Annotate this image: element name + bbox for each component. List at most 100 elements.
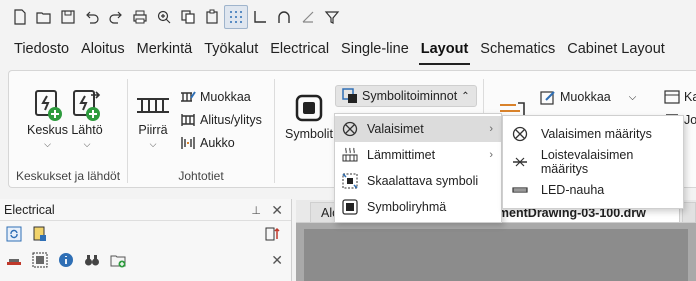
undo-icon[interactable] [80,5,104,29]
menu-item-skaalattava-symboli[interactable]: Skaalattava symboli [335,168,501,194]
valaisimet-submenu: Valaisimen määritys Loistevalaisimen mää… [502,115,684,209]
document-lock-icon[interactable] [30,224,50,244]
submenu-item-label: Valaisimen määritys [541,127,652,141]
binoculars-icon[interactable] [82,250,102,270]
fluorescent-icon [511,153,529,171]
new-file-icon[interactable] [8,5,32,29]
tab-cabinet-layout[interactable]: Cabinet Layout [561,41,671,57]
symbolit-button[interactable]: Symbolit [285,93,333,141]
distribution-board-icon [34,90,62,121]
tab-aloitus[interactable]: Aloitus [75,41,131,57]
group-label-johtotiet: Johtotiet [178,169,224,183]
keskus-label: Keskus [27,123,68,137]
muokkaa-button[interactable]: Muokkaa [180,89,251,105]
tab-tyokalut[interactable]: Työkalut [198,41,264,57]
menu-item-lammittimet[interactable]: Lämmittimet › [335,142,501,168]
led-strip-icon [511,181,529,199]
aukko-label: Aukko [200,136,235,150]
tab-single-line[interactable]: Single-line [335,41,415,57]
piirra-label: Piirrä [138,123,168,137]
menu-item-label: Symboliryhmä [367,200,447,214]
tab-electrical[interactable]: Electrical [264,41,335,57]
alitus-button[interactable]: Alitus/ylitys [180,112,262,128]
group-johtotiet: Piirrä ⌵ Muokkaa Alitus/ylitys Aukko Joh… [128,71,274,189]
tab-schematics[interactable]: Schematics [474,41,561,57]
table-icon [664,90,680,104]
ka-button[interactable]: Ka [664,89,696,105]
lahto-button[interactable]: Lähtö ⌵ [71,89,103,150]
close-icon[interactable]: ✕ [271,202,283,219]
filter-icon[interactable] [320,5,344,29]
tab-layout[interactable]: Layout [415,41,475,65]
quick-access-toolbar [0,0,696,34]
luminaire-icon [511,125,529,143]
group-keskukset: Keskus ⌵ Lähtö ⌵ Keskukset ja lähdöt [9,71,127,189]
symbolitoiminnot-label: Symbolitoiminnot [362,89,458,103]
paste-icon[interactable] [200,5,224,29]
panel-title: Electrical [4,202,55,217]
symbolitoiminnot-menu: Valaisimet › Lämmittimet › Skaalattava s… [334,113,502,223]
symbol-functions-icon [342,88,357,103]
close-icon[interactable]: ✕ [271,252,283,269]
tab-merkinta[interactable]: Merkintä [131,41,199,57]
grid-select-icon[interactable] [30,250,50,270]
tab-next[interactable] [682,202,696,222]
tray-icon[interactable] [4,250,24,270]
sort-icon[interactable] [263,224,283,244]
symbolit-label: Symbolit [285,127,333,141]
open-file-icon[interactable] [32,5,56,29]
ribbon-tabs: Tiedosto Aloitus Merkintä Työkalut Elect… [0,36,671,65]
electrical-panel: Electrical ⊥ ✕ ✕ [0,199,292,281]
submenu-item-label: Loistevalaisimen määritys [540,148,634,176]
panel-toolbar-row-1 [0,221,291,247]
alitus-label: Alitus/ylitys [200,113,262,127]
muokkaa-right-button[interactable]: Muokkaa ⌵ [540,89,636,105]
tab-tiedosto[interactable]: Tiedosto [8,41,75,57]
drawing-sheet [304,229,688,281]
zoom-icon[interactable] [152,5,176,29]
chevron-down-icon: ⌵ [149,139,157,149]
redo-icon[interactable] [104,5,128,29]
chevron-down-icon: ⌵ [44,139,51,149]
submenu-item-loistevalaisimen-maaritys[interactable]: Loistevalaisimen määritys [503,148,683,176]
group-label-keskukset: Keskukset ja lähdöt [15,169,121,183]
drawing-canvas[interactable] [296,222,696,281]
grid-icon[interactable] [224,5,248,29]
panel-toolbar-row-2: ✕ [0,247,291,273]
edit-tray-icon [181,91,196,102]
symbolitoiminnot-dropdown[interactable]: Symbolitoiminnot ⌃ [335,85,477,107]
luminaire-icon [341,120,359,138]
refresh-icon[interactable] [4,224,24,244]
menu-item-label: Valaisimet [367,122,424,136]
crossing-icon [181,114,195,126]
print-icon[interactable] [128,5,152,29]
keskus-button[interactable]: Keskus ⌵ [27,89,68,150]
ka-label: Ka [684,90,696,104]
menu-item-label: Skaalattava symboli [367,174,479,188]
chevron-right-icon: › [489,123,493,135]
piirra-button[interactable]: Piirrä ⌵ [136,95,170,150]
opening-icon [181,137,195,149]
new-folder-icon[interactable] [108,250,128,270]
scalable-symbol-icon [341,172,359,190]
submenu-item-label: LED-nauha [541,183,605,197]
info-icon[interactable] [56,250,76,270]
lahto-label: Lähtö [71,123,103,137]
submenu-item-led-nauha[interactable]: LED-nauha [503,176,683,204]
arc-icon[interactable] [272,5,296,29]
pencil-icon [540,91,555,105]
symbol-icon [295,94,323,122]
heater-icon [341,146,359,164]
chevron-up-icon: ⌃ [461,90,470,102]
save-icon[interactable] [56,5,80,29]
polar-icon[interactable] [296,5,320,29]
menu-item-symboliryhma[interactable]: Symboliryhmä [335,194,501,220]
ortho-icon[interactable] [248,5,272,29]
copy-icon[interactable] [176,5,200,29]
submenu-item-valaisimen-maaritys[interactable]: Valaisimen määritys [503,120,683,148]
menu-item-valaisimet[interactable]: Valaisimet › [335,116,501,142]
panel-title-bar: Electrical ⊥ ✕ [0,199,291,221]
aukko-button[interactable]: Aukko [180,135,235,151]
pin-icon[interactable]: ⊥ [251,204,261,217]
symbol-group-icon [341,198,359,216]
